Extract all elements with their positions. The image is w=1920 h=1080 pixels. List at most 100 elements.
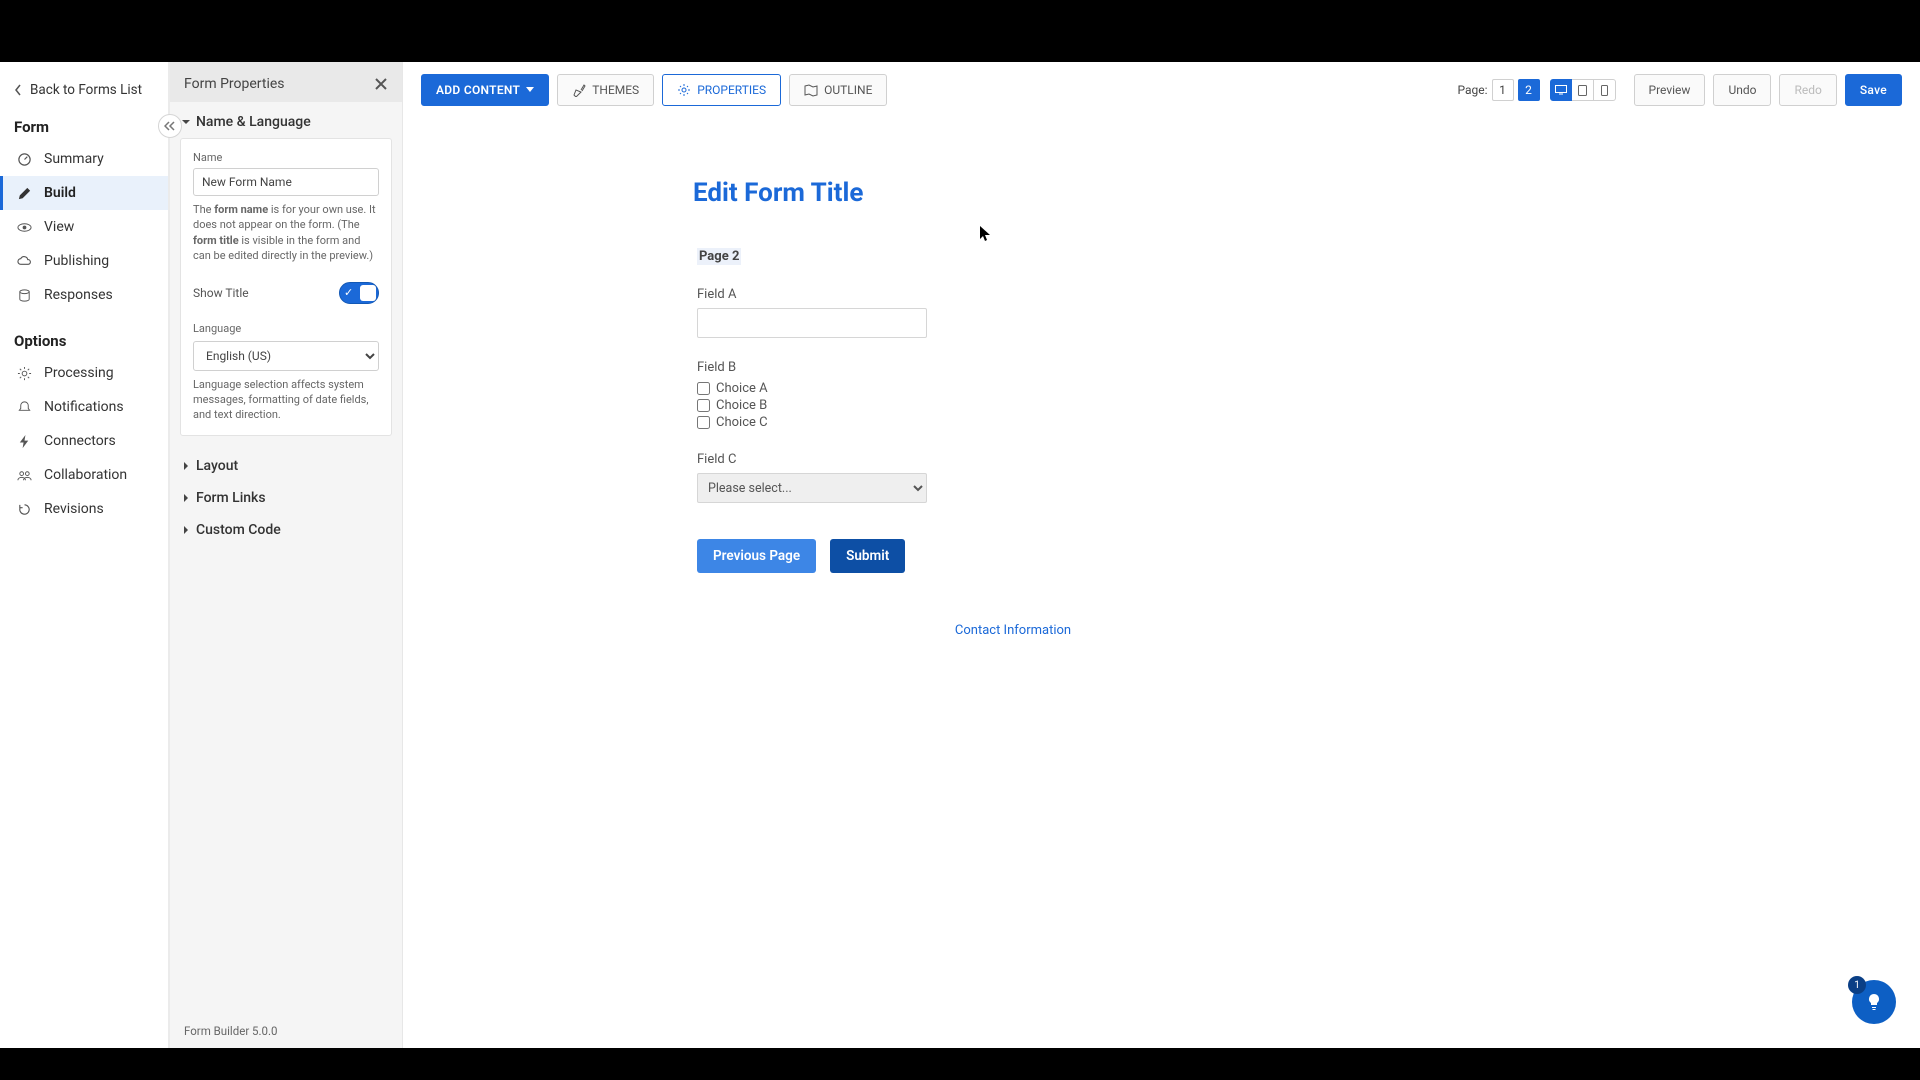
- page-2-button[interactable]: 2: [1518, 79, 1540, 101]
- save-button[interactable]: Save: [1845, 74, 1902, 106]
- section-name-language-toggle[interactable]: Name & Language: [178, 106, 394, 138]
- nav-build-label: Build: [44, 185, 76, 201]
- sidebar: Back to Forms List Form Summary Build Vi…: [0, 62, 170, 1048]
- field-a-label: Field A: [697, 287, 927, 302]
- properties-panel: Form Properties Name & Language Name The…: [170, 62, 403, 1048]
- nav-connectors[interactable]: Connectors: [0, 424, 168, 458]
- dashboard-icon: [17, 152, 32, 167]
- nav-notifications-label: Notifications: [44, 399, 124, 415]
- caret-down-icon: [526, 87, 534, 93]
- add-content-label: ADD CONTENT: [436, 83, 520, 97]
- field-a-block[interactable]: Field A: [697, 287, 927, 338]
- monitor-icon: [1555, 85, 1567, 95]
- nav-responses-label: Responses: [44, 287, 113, 303]
- bell-icon: [17, 400, 32, 415]
- previous-page-button[interactable]: Previous Page: [697, 539, 816, 573]
- nav-responses[interactable]: Responses: [0, 278, 168, 312]
- field-b-label: Field B: [697, 360, 927, 375]
- fab-badge: 1: [1848, 976, 1866, 994]
- section-name-language-body: Name The form name is for your own use. …: [180, 138, 392, 436]
- themes-button[interactable]: THEMES: [557, 74, 654, 106]
- nav-collaboration[interactable]: Collaboration: [0, 458, 168, 492]
- section-custom-code-toggle[interactable]: Custom Code: [178, 514, 394, 546]
- choice-c-row[interactable]: Choice C: [697, 415, 927, 430]
- history-icon: [17, 502, 32, 517]
- nav-processing[interactable]: Processing: [0, 356, 168, 390]
- nav-notifications[interactable]: Notifications: [0, 390, 168, 424]
- field-c-select[interactable]: Please select...: [697, 473, 927, 503]
- nav-publishing-label: Publishing: [44, 253, 109, 269]
- field-c-block[interactable]: Field C Please select...: [697, 452, 927, 503]
- viewport-mobile-button[interactable]: [1594, 79, 1616, 101]
- lightbulb-icon: [1864, 992, 1884, 1012]
- nav-build[interactable]: Build: [0, 176, 168, 210]
- choice-c-label: Choice C: [716, 415, 768, 430]
- toolbar: ADD CONTENT THEMES PROPERTIES OUTLINE Pa…: [403, 62, 1920, 118]
- gear-icon: [17, 366, 32, 381]
- redo-button[interactable]: Redo: [1779, 74, 1836, 106]
- page-label: Page:: [1457, 83, 1487, 97]
- tablet-icon: [1578, 85, 1587, 96]
- form-canvas: Edit Form Title Page 2 Field A Field B C…: [403, 118, 1920, 1048]
- caret-right-icon: [182, 462, 190, 470]
- page-1-button[interactable]: 1: [1492, 79, 1514, 101]
- nav-revisions[interactable]: Revisions: [0, 492, 168, 526]
- collapse-sidebar-button[interactable]: [158, 114, 182, 138]
- submit-button[interactable]: Submit: [830, 539, 905, 573]
- language-select[interactable]: English (US): [193, 341, 379, 371]
- form-title[interactable]: Edit Form Title: [693, 178, 1880, 208]
- show-title-label: Show Title: [193, 286, 249, 300]
- contact-information-link[interactable]: Contact Information: [693, 623, 1333, 638]
- caret-right-icon: [182, 526, 190, 534]
- pencil-icon: [17, 186, 32, 201]
- eye-icon: [17, 220, 32, 235]
- viewport-desktop-button[interactable]: [1550, 79, 1572, 101]
- back-to-list-link[interactable]: Back to Forms List: [0, 72, 168, 112]
- choice-b-row[interactable]: Choice B: [697, 398, 927, 413]
- undo-button[interactable]: Undo: [1713, 74, 1771, 106]
- page-controls: Page: 1 2: [1457, 79, 1615, 101]
- choice-b-checkbox[interactable]: [697, 399, 710, 412]
- chevron-left-icon: [14, 84, 22, 96]
- close-icon[interactable]: [374, 77, 388, 91]
- properties-label: PROPERTIES: [697, 83, 766, 97]
- choice-c-checkbox[interactable]: [697, 416, 710, 429]
- help-fab[interactable]: 1: [1852, 980, 1896, 1024]
- map-icon: [804, 83, 818, 97]
- show-title-toggle[interactable]: ✓: [339, 282, 379, 304]
- nav-publishing[interactable]: Publishing: [0, 244, 168, 278]
- section-form-links-toggle[interactable]: Form Links: [178, 482, 394, 514]
- back-label: Back to Forms List: [30, 82, 142, 98]
- app-version: Form Builder 5.0.0: [170, 1014, 402, 1048]
- choice-a-row[interactable]: Choice A: [697, 381, 927, 396]
- outline-button[interactable]: OUTLINE: [789, 74, 887, 106]
- name-label: Name: [193, 151, 379, 164]
- users-icon: [17, 468, 32, 483]
- add-content-button[interactable]: ADD CONTENT: [421, 74, 549, 106]
- language-label: Language: [193, 322, 379, 335]
- nav-collaboration-label: Collaboration: [44, 467, 127, 483]
- choice-b-label: Choice B: [716, 398, 767, 413]
- database-icon: [17, 288, 32, 303]
- section-layout-label: Layout: [196, 458, 238, 474]
- caret-right-icon: [182, 494, 190, 502]
- field-b-block[interactable]: Field B Choice A Choice B Choice C: [697, 360, 927, 430]
- section-layout-toggle[interactable]: Layout: [178, 450, 394, 482]
- nav-summary[interactable]: Summary: [0, 142, 168, 176]
- viewport-tablet-button[interactable]: [1572, 79, 1594, 101]
- nav-connectors-label: Connectors: [44, 433, 116, 449]
- cloud-icon: [17, 254, 32, 269]
- gear-icon: [677, 83, 691, 97]
- outline-label: OUTLINE: [824, 83, 872, 97]
- caret-down-icon: [182, 118, 190, 126]
- nav-revisions-label: Revisions: [44, 501, 104, 517]
- preview-button[interactable]: Preview: [1634, 74, 1706, 106]
- choice-a-checkbox[interactable]: [697, 382, 710, 395]
- page-subtitle[interactable]: Page 2: [697, 248, 741, 265]
- field-a-input[interactable]: [697, 308, 927, 338]
- section-links-label: Form Links: [196, 490, 266, 506]
- form-name-input[interactable]: [193, 168, 379, 196]
- nav-summary-label: Summary: [44, 151, 104, 167]
- nav-view[interactable]: View: [0, 210, 168, 244]
- properties-button[interactable]: PROPERTIES: [662, 74, 781, 106]
